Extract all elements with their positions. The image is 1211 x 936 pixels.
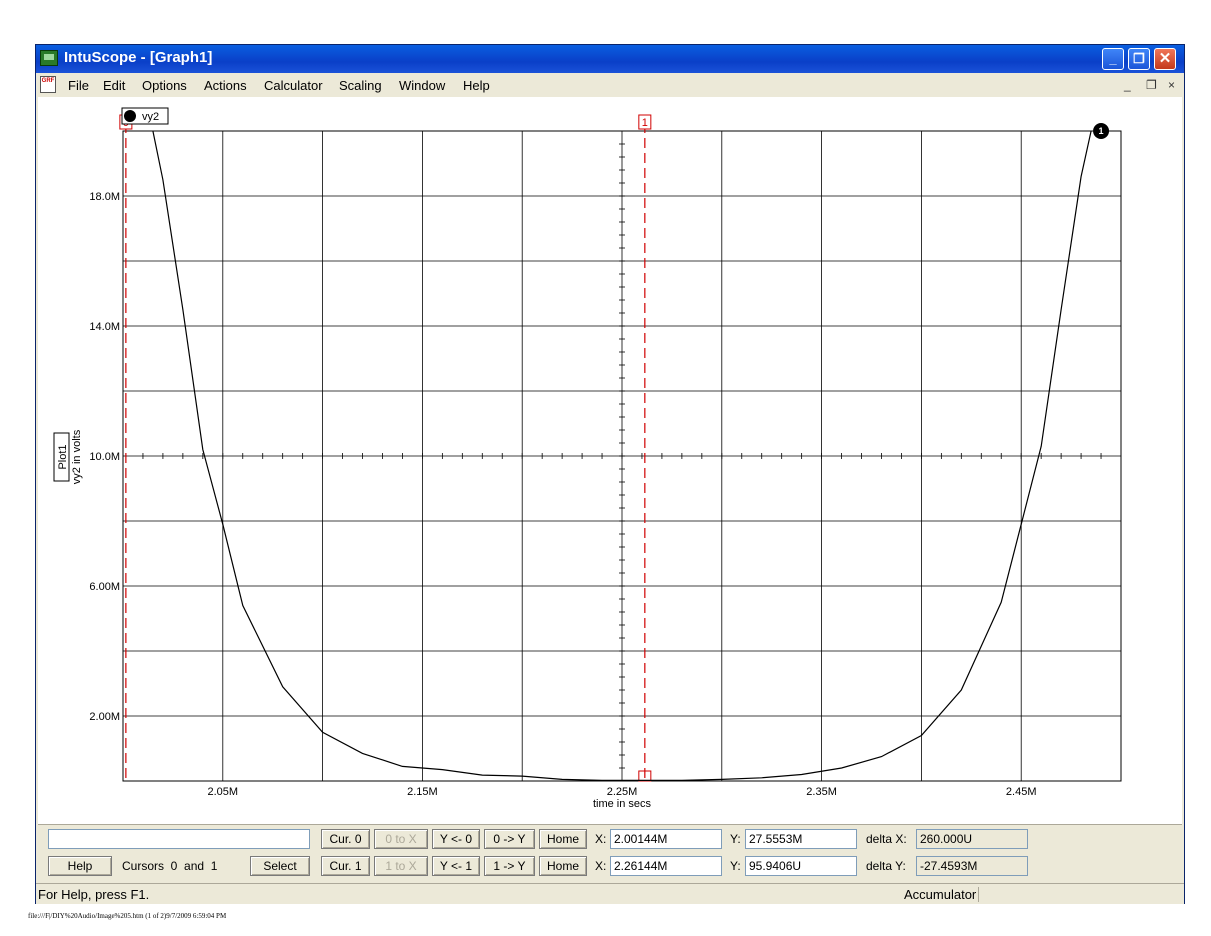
y-tick-label: 14.0M bbox=[89, 321, 120, 333]
x-tick-label: 2.35M bbox=[806, 786, 837, 798]
y-tick-label: 2.00M bbox=[89, 711, 120, 723]
minimize-button[interactable]: _ bbox=[1102, 48, 1124, 70]
home-0-button[interactable]: Home bbox=[539, 829, 587, 849]
y-tick-label: 18.0M bbox=[89, 191, 120, 203]
delta-y-field: -27.4593M bbox=[916, 856, 1028, 876]
y-tick-label: 6.00M bbox=[89, 581, 120, 593]
x-1-label: X: bbox=[595, 859, 607, 873]
0-to-x-button[interactable]: 0 to X bbox=[374, 829, 428, 849]
window-title: IntuScope - [Graph1] bbox=[64, 49, 213, 66]
title-bar[interactable]: IntuScope - [Graph1] _ ❐ ✕ bbox=[36, 45, 1184, 73]
menu-actions[interactable]: Actions bbox=[204, 78, 247, 93]
cursor-control-panel: Help Cursors 0 and 1 Select Cur. 0 0 to … bbox=[38, 824, 1182, 883]
x-tick-labels: 2.05M 2.15M 2.25M 2.35M 2.45M bbox=[208, 786, 1037, 798]
mdi-minimize-button[interactable]: _ bbox=[1124, 78, 1131, 92]
y-1-field[interactable]: 95.9406U bbox=[745, 856, 857, 876]
cursors-text: Cursors 0 and 1 bbox=[122, 859, 218, 873]
0-to-y-button[interactable]: 0 -> Y bbox=[484, 829, 535, 849]
x-axis-label: time in secs bbox=[593, 798, 652, 810]
menu-help[interactable]: Help bbox=[463, 78, 490, 93]
y-axis-label: vy2 in volts bbox=[71, 429, 83, 484]
mdi-close-button[interactable]: × bbox=[1168, 78, 1175, 92]
y-0-field[interactable]: 27.5553M bbox=[745, 829, 857, 849]
help-button[interactable]: Help bbox=[48, 856, 112, 876]
home-1-button[interactable]: Home bbox=[539, 856, 587, 876]
menu-edit[interactable]: Edit bbox=[103, 78, 125, 93]
x-tick-label: 2.15M bbox=[407, 786, 438, 798]
x-tick-label: 2.25M bbox=[607, 786, 638, 798]
select-button[interactable]: Select bbox=[250, 856, 310, 876]
plot-canvas[interactable]: 2.05M 2.15M 2.25M 2.35M 2.45M 2.00M 6.00M 10.0… bbox=[38, 97, 1182, 824]
status-help-text: For Help, press F1. bbox=[38, 887, 150, 902]
1-to-y-button[interactable]: 1 -> Y bbox=[484, 856, 535, 876]
y-0-label: Y: bbox=[730, 832, 741, 846]
1-to-x-button[interactable]: 1 to X bbox=[374, 856, 428, 876]
cur-1-button[interactable]: Cur. 1 bbox=[321, 856, 370, 876]
trace-end-marker-label: 1 bbox=[1099, 126, 1104, 136]
y-from-1-button[interactable]: Y <- 1 bbox=[432, 856, 480, 876]
y-tick-labels: 2.00M 6.00M 10.0M 14.0M 18.0M bbox=[89, 191, 120, 723]
page-footer: file:///F|/DIY%20Audio/Image%205.htm (1 … bbox=[28, 912, 227, 920]
y-axis-label-group: Plot1 vy2 in volts bbox=[53, 429, 83, 484]
menu-options[interactable]: Options bbox=[142, 78, 187, 93]
x-0-field[interactable]: 2.00144M bbox=[610, 829, 722, 849]
mdi-restore-button[interactable]: ❐ bbox=[1146, 78, 1157, 92]
x-tick-label: 2.45M bbox=[1006, 786, 1037, 798]
app-icon bbox=[40, 50, 58, 66]
status-bar: For Help, press F1. Accumulator bbox=[36, 883, 1184, 904]
cur-0-button[interactable]: Cur. 0 bbox=[321, 829, 370, 849]
delta-x-label: delta X: bbox=[866, 832, 907, 846]
menu-calculator[interactable]: Calculator bbox=[264, 78, 323, 93]
expression-input[interactable] bbox=[48, 829, 310, 849]
graph-area[interactable]: 2.05M 2.15M 2.25M 2.35M 2.45M 2.00M 6.00M 10.0… bbox=[38, 97, 1182, 824]
x-1-field[interactable]: 2.26144M bbox=[610, 856, 722, 876]
menu-bar: GRF File Edit Options Actions Calculator… bbox=[36, 73, 1184, 97]
close-button[interactable]: ✕ bbox=[1154, 48, 1176, 70]
y-tick-label: 10.0M bbox=[89, 451, 120, 463]
plot-name: Plot1 bbox=[57, 444, 69, 469]
delta-y-label: delta Y: bbox=[866, 859, 906, 873]
trace-marker-icon bbox=[124, 110, 136, 122]
menu-scaling[interactable]: Scaling bbox=[339, 78, 382, 93]
menu-window[interactable]: Window bbox=[399, 78, 445, 93]
y-from-0-button[interactable]: Y <- 0 bbox=[432, 829, 480, 849]
restore-button[interactable]: ❐ bbox=[1128, 48, 1150, 70]
cursor-1-label: 1 bbox=[642, 117, 648, 129]
y-1-label: Y: bbox=[730, 859, 741, 873]
status-accumulator: Accumulator bbox=[904, 887, 980, 902]
delta-x-field: 260.000U bbox=[916, 829, 1028, 849]
x-tick-label: 2.05M bbox=[208, 786, 239, 798]
menu-file[interactable]: File bbox=[68, 78, 89, 93]
trace-label: vy2 bbox=[142, 111, 159, 123]
x-0-label: X: bbox=[595, 832, 607, 846]
document-icon[interactable]: GRF bbox=[40, 76, 56, 93]
app-window: IntuScope - [Graph1] _ ❐ ✕ GRF File Edit… bbox=[35, 44, 1185, 904]
